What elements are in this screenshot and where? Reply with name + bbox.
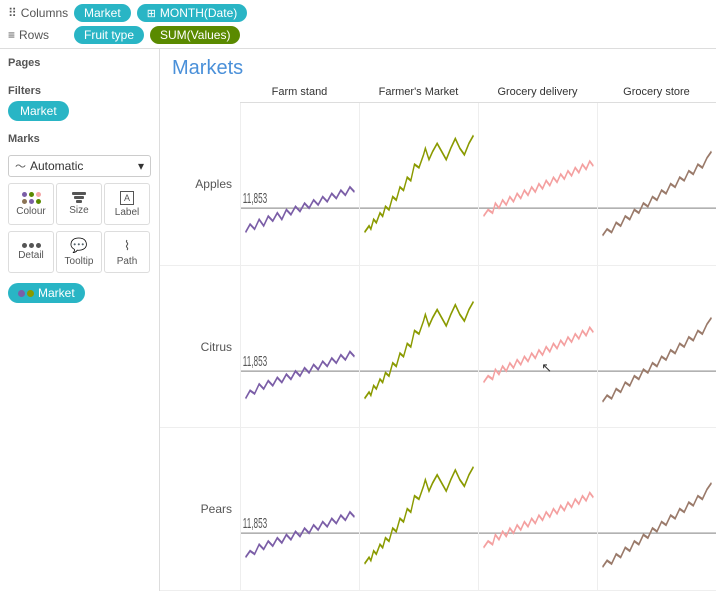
calendar-icon: ⊞ — [147, 7, 156, 20]
column-headers: Farm stand Farmer's Market Grocery deliv… — [240, 84, 716, 103]
row-cells-pears: 11,853 — [240, 428, 716, 590]
row-citrus: Citrus 11,853 — [160, 266, 716, 429]
marks-icons-row-1: Colour Size A Label — [8, 183, 151, 225]
row-label-apples: Apples — [160, 103, 240, 265]
rows-icon: ≡ — [8, 28, 15, 42]
row-label-pears: Pears — [160, 428, 240, 590]
market-pill[interactable]: Market — [74, 4, 131, 22]
rows-label: ≡ Rows — [8, 28, 68, 42]
columns-shelf: ⠿ Columns Market ⊞ MONTH(Date) — [8, 4, 708, 22]
market-mark-pill[interactable]: Market — [8, 283, 85, 303]
cell-apples-farmersmarket[interactable] — [359, 103, 478, 265]
size-button[interactable]: Size — [56, 183, 102, 225]
cell-citrus-farmersmarket[interactable] — [359, 266, 478, 428]
cell-citrus-grocerystore[interactable] — [597, 266, 716, 428]
columns-label: ⠿ Columns — [8, 6, 68, 20]
color-dots — [18, 290, 34, 297]
cell-pears-farmersmarket[interactable] — [359, 428, 478, 590]
top-bar: ⠿ Columns Market ⊞ MONTH(Date) ≡ Rows Fr… — [0, 0, 716, 49]
rows-shelf: ≡ Rows Fruit type SUM(Values) — [8, 26, 708, 44]
chevron-down-icon: ▾ — [138, 159, 144, 173]
filters-title: Filters — [8, 85, 151, 97]
cell-pears-grocerystore[interactable] — [597, 428, 716, 590]
marks-section: Marks 〜 Automatic ▾ Colour — [8, 133, 151, 303]
path-icon: ⌇ — [124, 238, 130, 254]
row-pears: Pears 11,853 — [160, 428, 716, 591]
cell-citrus-farmstand[interactable]: 11,853 — [240, 266, 359, 428]
main-layout: Pages Filters Market Marks 〜 Automatic ▾… — [0, 49, 716, 591]
row-cells-apples: 11,853 — [240, 103, 716, 265]
cell-apples-farmstand[interactable]: 11,853 — [240, 103, 359, 265]
chart-rows: Apples 11,853 — [160, 103, 716, 591]
path-button[interactable]: ⌇ Path — [104, 231, 150, 273]
detail-button[interactable]: Detail — [8, 231, 54, 273]
cell-citrus-grocerydelivery[interactable]: ↖ — [478, 266, 597, 428]
detail-icon — [22, 243, 41, 248]
row-cells-citrus: 11,853 — [240, 266, 716, 428]
month-pill[interactable]: ⊞ MONTH(Date) — [137, 4, 248, 22]
svg-text:11,853: 11,853 — [243, 191, 268, 207]
col-header-1: Farmer's Market — [359, 84, 478, 100]
tooltip-icon: 💬 — [70, 237, 87, 254]
content-area: Markets Farm stand Farmer's Market Groce… — [160, 49, 716, 591]
market-mark-row: Market — [8, 283, 151, 303]
columns-icon: ⠿ — [8, 6, 17, 20]
row-apples: Apples 11,853 — [160, 103, 716, 266]
marks-title: Marks — [8, 133, 151, 145]
label-button[interactable]: A Label — [104, 183, 150, 225]
colour-button[interactable]: Colour — [8, 183, 54, 225]
cell-pears-grocerydelivery[interactable] — [478, 428, 597, 590]
col-header-2: Grocery delivery — [478, 84, 597, 100]
svg-text:11,853: 11,853 — [243, 354, 268, 370]
col-header-3: Grocery store — [597, 84, 716, 100]
pages-section: Pages — [8, 57, 151, 73]
cell-pears-farmstand[interactable]: 11,853 — [240, 428, 359, 590]
pages-title: Pages — [8, 57, 151, 69]
tooltip-button[interactable]: 💬 Tooltip — [56, 231, 102, 273]
marks-type-dropdown[interactable]: 〜 Automatic ▾ — [8, 155, 151, 177]
marks-icons-row-2: Detail 💬 Tooltip ⌇ Path — [8, 231, 151, 273]
sidebar: Pages Filters Market Marks 〜 Automatic ▾… — [0, 49, 160, 591]
chart-area: Farm stand Farmer's Market Grocery deliv… — [160, 84, 716, 591]
svg-text:11,853: 11,853 — [243, 516, 268, 532]
row-label-citrus: Citrus — [160, 266, 240, 428]
wave-icon: 〜 — [15, 158, 26, 174]
filters-section: Filters Market — [8, 85, 151, 121]
label-icon: A — [120, 191, 134, 205]
cell-apples-grocerydelivery[interactable] — [478, 103, 597, 265]
market-filter-pill[interactable]: Market — [8, 101, 69, 121]
chart-title: Markets — [160, 49, 716, 84]
sum-pill[interactable]: SUM(Values) — [150, 26, 240, 44]
col-header-0: Farm stand — [240, 84, 359, 100]
fruit-pill[interactable]: Fruit type — [74, 26, 144, 44]
cell-apples-grocerystore[interactable] — [597, 103, 716, 265]
colour-icon — [22, 192, 41, 204]
size-icon — [72, 192, 86, 203]
